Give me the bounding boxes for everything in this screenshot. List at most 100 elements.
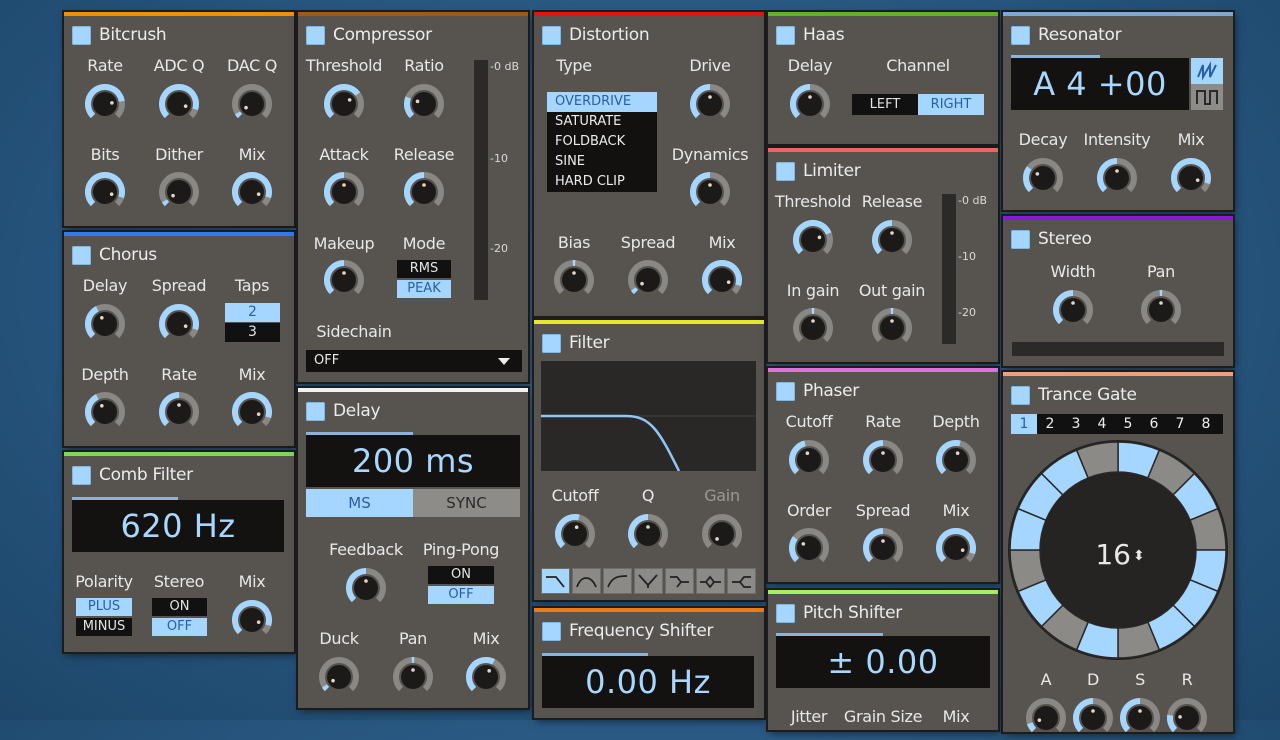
frequency-display[interactable]: 620 Hz bbox=[72, 500, 284, 552]
cutoff-knob[interactable] bbox=[553, 512, 597, 556]
pattern-button[interactable]: 5 bbox=[1115, 414, 1141, 434]
delay-knob[interactable] bbox=[788, 82, 832, 126]
feedback-knob[interactable] bbox=[344, 566, 388, 610]
polarity-minus[interactable]: MINUS bbox=[76, 618, 132, 636]
filter-enable-checkbox[interactable] bbox=[542, 334, 561, 353]
resonator-enable-checkbox[interactable] bbox=[1011, 26, 1030, 45]
saw-wave-button[interactable] bbox=[1191, 58, 1223, 84]
adc-q-knob[interactable] bbox=[157, 82, 201, 126]
type-option[interactable]: SINE bbox=[547, 152, 657, 172]
decay-knob[interactable] bbox=[1071, 696, 1115, 740]
dither-knob[interactable] bbox=[157, 170, 201, 214]
note-display[interactable]: A 4 +00 bbox=[1011, 58, 1189, 110]
bias-knob[interactable] bbox=[552, 258, 596, 302]
out-gain-knob[interactable] bbox=[870, 306, 914, 350]
rate-knob[interactable] bbox=[83, 82, 127, 126]
mode-peak[interactable]: PEAK bbox=[397, 280, 451, 298]
drive-knob[interactable] bbox=[688, 82, 732, 126]
pattern-button[interactable]: 2 bbox=[1037, 414, 1063, 434]
release-knob[interactable] bbox=[1165, 696, 1209, 740]
depth-knob[interactable] bbox=[934, 438, 978, 482]
filter-shape-button[interactable] bbox=[603, 568, 632, 594]
gain-knob[interactable] bbox=[700, 512, 744, 556]
mix-knob[interactable] bbox=[700, 258, 744, 302]
pattern-button[interactable]: 6 bbox=[1141, 414, 1167, 434]
pitch-shifter-enable-checkbox[interactable] bbox=[776, 604, 795, 623]
bits-knob[interactable] bbox=[83, 170, 127, 214]
delay-knob[interactable] bbox=[83, 302, 127, 346]
channel-left[interactable]: LEFT bbox=[852, 94, 918, 115]
mix-knob[interactable] bbox=[230, 390, 274, 434]
mix-knob[interactable] bbox=[230, 598, 274, 642]
ping-pong-off[interactable]: OFF bbox=[428, 586, 494, 604]
pitch-display[interactable]: ± 0.00 bbox=[776, 636, 990, 688]
mix-knob[interactable] bbox=[934, 526, 978, 570]
type-option[interactable]: HARD CLIP bbox=[547, 172, 657, 192]
duck-knob[interactable] bbox=[317, 655, 361, 699]
cutoff-knob[interactable] bbox=[787, 438, 831, 482]
type-option[interactable]: SATURATE bbox=[547, 112, 657, 132]
pattern-button[interactable]: 8 bbox=[1193, 414, 1219, 434]
release-knob[interactable] bbox=[402, 170, 446, 214]
phaser-enable-checkbox[interactable] bbox=[776, 382, 795, 401]
rate-knob[interactable] bbox=[861, 438, 905, 482]
rate-knob[interactable] bbox=[157, 390, 201, 434]
frequency-shifter-enable-checkbox[interactable] bbox=[542, 622, 561, 641]
threshold-knob[interactable] bbox=[322, 82, 366, 126]
ratio-knob[interactable] bbox=[402, 82, 446, 126]
stereo-off[interactable]: OFF bbox=[152, 618, 207, 636]
spread-knob[interactable] bbox=[861, 526, 905, 570]
mode-rms[interactable]: RMS bbox=[397, 260, 451, 278]
order-knob[interactable] bbox=[787, 526, 831, 570]
chorus-enable-checkbox[interactable] bbox=[72, 246, 91, 265]
taps-option-3[interactable]: 3 bbox=[225, 323, 280, 342]
filter-shape-button[interactable] bbox=[572, 568, 601, 594]
filter-shape-button[interactable] bbox=[696, 568, 725, 594]
delay-time-display[interactable]: 200 ms bbox=[306, 435, 520, 487]
limiter-enable-checkbox[interactable] bbox=[776, 162, 795, 181]
spread-knob[interactable] bbox=[626, 258, 670, 302]
pan-knob[interactable] bbox=[391, 655, 435, 699]
channel-right[interactable]: RIGHT bbox=[918, 94, 984, 115]
attack-knob[interactable] bbox=[322, 170, 366, 214]
filter-shape-button[interactable] bbox=[541, 568, 570, 594]
dynamics-knob[interactable] bbox=[688, 170, 732, 214]
stereo-on[interactable]: ON bbox=[152, 598, 207, 616]
ping-pong-on[interactable]: ON bbox=[428, 566, 494, 584]
depth-knob[interactable] bbox=[83, 390, 127, 434]
release-knob[interactable] bbox=[870, 218, 914, 262]
bitcrush-enable-checkbox[interactable] bbox=[72, 26, 91, 45]
threshold-knob[interactable] bbox=[791, 218, 835, 262]
pan-knob[interactable] bbox=[1139, 288, 1183, 332]
sidechain-select[interactable]: OFF bbox=[306, 350, 522, 372]
attack-knob[interactable] bbox=[1024, 696, 1068, 740]
trance-gate-enable-checkbox[interactable] bbox=[1011, 386, 1030, 405]
type-option[interactable]: FOLDBACK bbox=[547, 132, 657, 152]
filter-shape-button[interactable] bbox=[665, 568, 694, 594]
distortion-enable-checkbox[interactable] bbox=[542, 26, 561, 45]
decay-knob[interactable] bbox=[1021, 156, 1065, 200]
pattern-button[interactable]: 7 bbox=[1167, 414, 1193, 434]
unit-tab-ms[interactable]: MS bbox=[306, 489, 413, 517]
q-knob[interactable] bbox=[626, 512, 670, 556]
filter-shape-button[interactable] bbox=[727, 568, 756, 594]
filter-shape-button[interactable] bbox=[634, 568, 663, 594]
dac-q-knob[interactable] bbox=[230, 82, 274, 126]
intensity-knob[interactable] bbox=[1095, 156, 1139, 200]
square-wave-button[interactable] bbox=[1191, 84, 1223, 110]
spread-knob[interactable] bbox=[157, 302, 201, 346]
mix-knob[interactable] bbox=[1169, 156, 1213, 200]
width-knob[interactable] bbox=[1051, 288, 1095, 332]
sustain-knob[interactable] bbox=[1118, 696, 1162, 740]
taps-option-2[interactable]: 2 bbox=[225, 303, 280, 322]
delay-enable-checkbox[interactable] bbox=[306, 402, 325, 421]
haas-enable-checkbox[interactable] bbox=[776, 26, 795, 45]
mix-knob[interactable] bbox=[230, 170, 274, 214]
makeup-knob[interactable] bbox=[322, 258, 366, 302]
pattern-button[interactable]: 3 bbox=[1063, 414, 1089, 434]
filter-response-graph[interactable] bbox=[541, 361, 756, 471]
comb-filter-enable-checkbox[interactable] bbox=[72, 466, 91, 485]
in-gain-knob[interactable] bbox=[791, 306, 835, 350]
type-option[interactable]: OVERDRIVE bbox=[547, 92, 657, 112]
compressor-enable-checkbox[interactable] bbox=[306, 26, 325, 45]
